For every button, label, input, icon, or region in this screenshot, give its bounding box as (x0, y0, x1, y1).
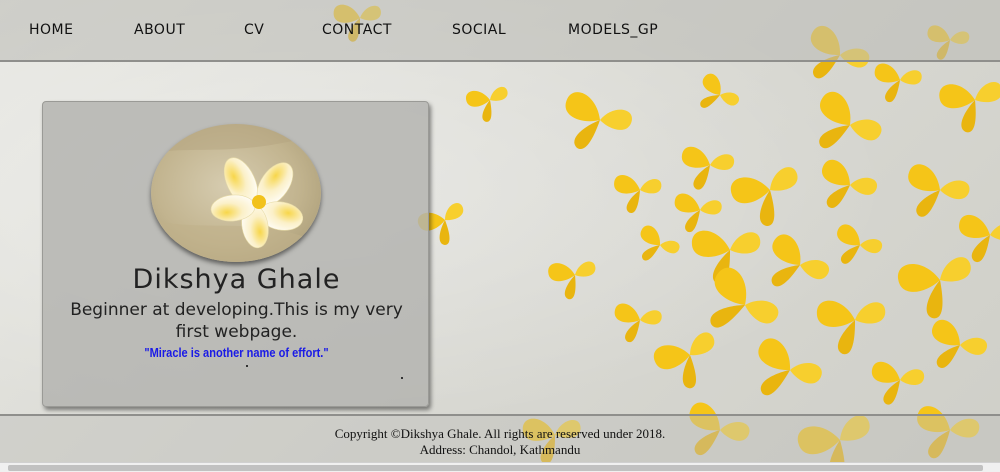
top-navbar: HOME ABOUT CV CONTACT SOCIAL MODELS_GP (0, 0, 1000, 62)
address-text: Address: Chandol, Kathmandu (419, 442, 581, 457)
stray-dot (401, 377, 403, 379)
copyright-text: Copyright ©Dikshya Ghale. All rights are… (334, 426, 666, 441)
profile-card: Dikshya Ghale Beginner at developing.Thi… (42, 101, 429, 407)
profile-bio: Beginner at developing.This is my very f… (70, 300, 403, 342)
nav-contact-link[interactable]: CONTACT (322, 22, 392, 38)
profile-quote: "Miracle is another name of effort." (144, 345, 329, 360)
profile-avatar (151, 124, 321, 262)
nav-home-link[interactable]: HOME (29, 22, 73, 38)
footer: Copyright ©Dikshya Ghale. All rights are… (0, 416, 1000, 462)
stray-dot (246, 365, 248, 367)
horizontal-scrollbar[interactable] (0, 462, 1000, 472)
nav-social-link[interactable]: SOCIAL (452, 22, 506, 38)
nav-cv-link[interactable]: CV (244, 22, 264, 38)
flower-photo (151, 124, 321, 262)
butterfly-group (332, 0, 1000, 472)
scrollbar-thumb[interactable] (8, 465, 983, 471)
nav-about-link[interactable]: ABOUT (134, 22, 185, 38)
nav-models-gp-link[interactable]: MODELS_GP (568, 22, 658, 38)
profile-name: Dikshya Ghale (132, 264, 341, 295)
